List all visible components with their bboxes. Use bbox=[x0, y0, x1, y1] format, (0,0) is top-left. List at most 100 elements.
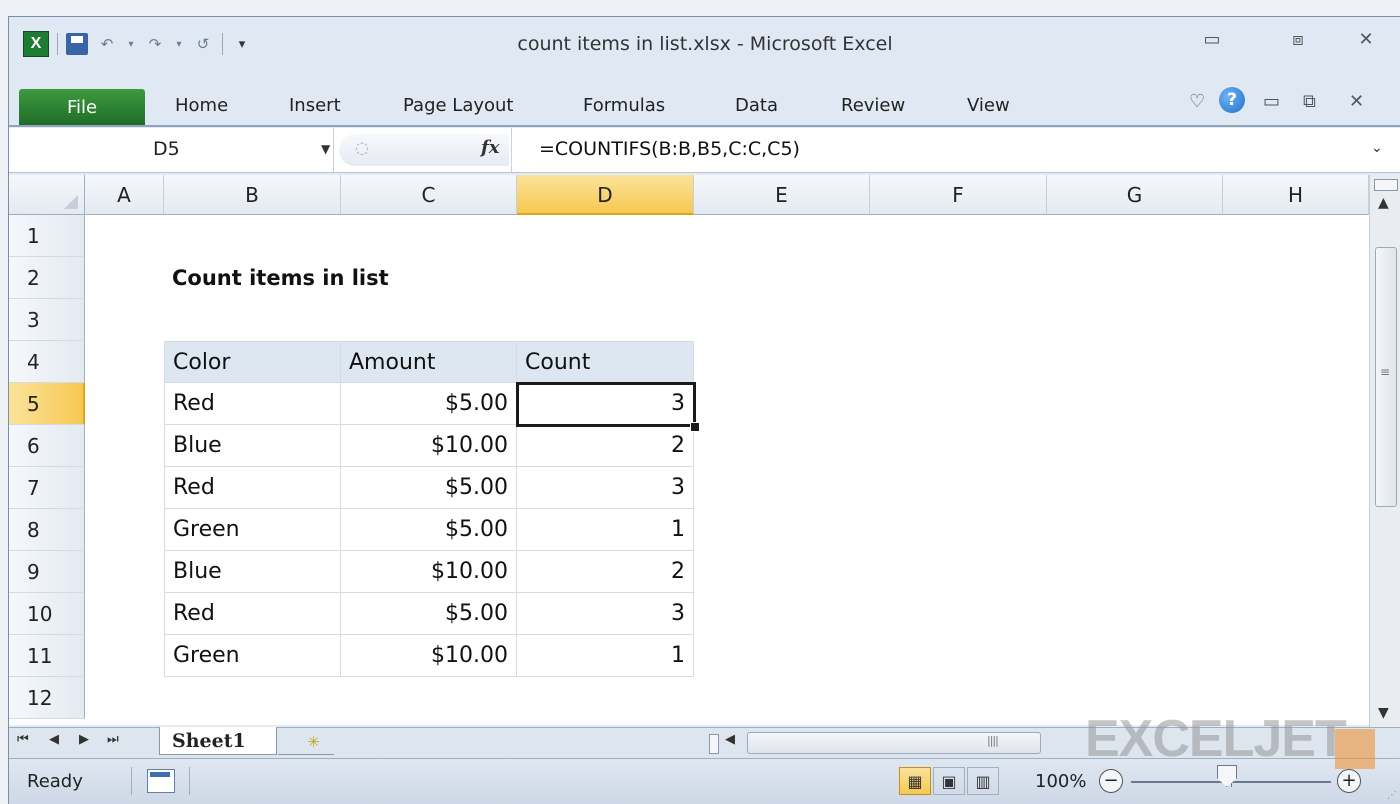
amount-cell[interactable]: $5.00 bbox=[341, 509, 517, 551]
row-header-7[interactable]: 7 bbox=[9, 467, 85, 509]
maximize-button[interactable]: ⧈ bbox=[1283, 29, 1313, 50]
column-header-c[interactable]: C bbox=[341, 175, 517, 215]
row-header-2[interactable]: 2 bbox=[9, 257, 85, 299]
column-header-f[interactable]: F bbox=[870, 175, 1047, 215]
title-bar: X ↶ ▾ ↷ ▾ ↺ ▾ count items in list.xlsx -… bbox=[9, 17, 1400, 65]
status-separator bbox=[131, 767, 132, 795]
header-cell-color[interactable]: Color bbox=[164, 341, 341, 383]
close-button[interactable]: ✕ bbox=[1351, 29, 1381, 50]
amount-cell[interactable]: $5.00 bbox=[341, 467, 517, 509]
insert-sheet-button[interactable]: ✳ bbox=[277, 730, 349, 755]
page-break-view-button[interactable]: ▥ bbox=[967, 767, 999, 795]
status-separator bbox=[189, 767, 190, 795]
count-cell[interactable]: 3 bbox=[517, 593, 694, 635]
window-title: count items in list.xlsx - Microsoft Exc… bbox=[517, 33, 893, 55]
header-cell-amount[interactable]: Amount bbox=[341, 341, 517, 383]
column-header-g[interactable]: G bbox=[1047, 175, 1223, 215]
column-header-e[interactable]: E bbox=[694, 175, 870, 215]
tab-split-icon[interactable] bbox=[709, 734, 719, 754]
zoom-out-button[interactable]: − bbox=[1099, 769, 1123, 793]
column-header-a[interactable]: A bbox=[85, 175, 164, 215]
sheet-title-cell[interactable]: Count items in list bbox=[172, 257, 389, 299]
tab-home[interactable]: Home bbox=[175, 95, 228, 116]
normal-view-button[interactable]: ▦ bbox=[899, 767, 931, 795]
exceljet-logo-icon bbox=[1335, 729, 1375, 769]
select-all-button[interactable] bbox=[9, 175, 85, 215]
count-cell[interactable]: 3 bbox=[517, 467, 694, 509]
column-header-b[interactable]: B bbox=[164, 175, 341, 215]
tab-data[interactable]: Data bbox=[735, 95, 778, 116]
minimize-button[interactable]: ▭ bbox=[1197, 29, 1227, 50]
color-cell[interactable]: Blue bbox=[164, 551, 341, 593]
scroll-left-icon[interactable]: ◀ bbox=[725, 732, 735, 747]
zoom-level[interactable]: 100% bbox=[1035, 771, 1086, 792]
workbook-minimize-icon[interactable]: ▭ bbox=[1263, 91, 1280, 112]
color-cell[interactable]: Green bbox=[164, 635, 341, 677]
ribbon-divider bbox=[9, 125, 1400, 127]
count-cell[interactable]: 1 bbox=[517, 635, 694, 677]
expand-formula-bar-icon[interactable]: ⌄ bbox=[1371, 140, 1383, 156]
insert-function-icon[interactable]: fx bbox=[481, 137, 499, 158]
name-box[interactable]: D5 ▼ bbox=[9, 128, 334, 172]
formula-controls: ◌ fx bbox=[339, 134, 509, 166]
last-sheet-icon[interactable]: ⏭ bbox=[107, 732, 119, 747]
count-cell[interactable]: 2 bbox=[517, 425, 694, 467]
name-box-dropdown-icon[interactable]: ▼ bbox=[321, 142, 330, 156]
tab-insert[interactable]: Insert bbox=[289, 95, 341, 116]
color-cell[interactable]: Red bbox=[164, 383, 341, 425]
sheet-tab-sheet1[interactable]: Sheet1 bbox=[159, 727, 277, 755]
tab-file[interactable]: File bbox=[19, 89, 145, 125]
workbook-restore-icon[interactable]: ⧉ bbox=[1303, 91, 1316, 112]
row-header-10[interactable]: 10 bbox=[9, 593, 85, 635]
tab-view[interactable]: View bbox=[967, 95, 1010, 116]
page-layout-view-button[interactable]: ▣ bbox=[933, 767, 965, 795]
excel-window: X ↶ ▾ ↷ ▾ ↺ ▾ count items in list.xlsx -… bbox=[8, 16, 1400, 804]
row-header-6[interactable]: 6 bbox=[9, 425, 85, 467]
worksheet-grid[interactable]: A B C D E F G H 1 2 3 4 5 6 7 8 9 10 11 … bbox=[9, 175, 1369, 725]
prev-sheet-icon[interactable]: ◀ bbox=[49, 732, 59, 747]
row-header-1[interactable]: 1 bbox=[9, 215, 85, 257]
zoom-in-button[interactable]: + bbox=[1337, 769, 1361, 793]
formula-input[interactable]: =COUNTIFS(B:B,B5,C:C,C5) bbox=[539, 138, 800, 160]
formula-separator bbox=[511, 128, 512, 172]
row-header-9[interactable]: 9 bbox=[9, 551, 85, 593]
column-header-h[interactable]: H bbox=[1223, 175, 1369, 215]
color-cell[interactable]: Red bbox=[164, 593, 341, 635]
tab-formulas[interactable]: Formulas bbox=[583, 95, 665, 116]
header-cell-count[interactable]: Count bbox=[517, 341, 694, 383]
amount-cell[interactable]: $10.00 bbox=[341, 635, 517, 677]
amount-cell[interactable]: $5.00 bbox=[341, 383, 517, 425]
first-sheet-icon[interactable]: ⏮ bbox=[17, 732, 29, 747]
help-icon[interactable]: ? bbox=[1219, 87, 1245, 113]
row-header-3[interactable]: 3 bbox=[9, 299, 85, 341]
minimize-ribbon-icon[interactable]: ♡ bbox=[1189, 91, 1205, 112]
color-cell[interactable]: Red bbox=[164, 467, 341, 509]
scroll-up-icon[interactable]: ▲ bbox=[1378, 195, 1389, 211]
workbook-close-icon[interactable]: ✕ bbox=[1349, 91, 1364, 112]
row-header-5[interactable]: 5 bbox=[9, 383, 85, 425]
split-box-icon[interactable] bbox=[1374, 179, 1398, 191]
count-cell[interactable]: 2 bbox=[517, 551, 694, 593]
amount-cell[interactable]: $5.00 bbox=[341, 593, 517, 635]
next-sheet-icon[interactable]: ▶ bbox=[79, 732, 89, 747]
tab-review[interactable]: Review bbox=[841, 95, 905, 116]
resize-grip-icon[interactable]: ⋰ bbox=[1387, 790, 1397, 801]
color-cell[interactable]: Green bbox=[164, 509, 341, 551]
column-header-d[interactable]: D bbox=[517, 175, 694, 215]
cancel-entry-icon[interactable]: ◌ bbox=[355, 138, 369, 157]
row-header-12[interactable]: 12 bbox=[9, 677, 85, 719]
vertical-scrollbar[interactable]: ▲ ≡ ▼ bbox=[1369, 175, 1400, 727]
row-header-8[interactable]: 8 bbox=[9, 509, 85, 551]
amount-cell[interactable]: $10.00 bbox=[341, 551, 517, 593]
scroll-down-icon[interactable]: ▼ bbox=[1378, 705, 1389, 721]
count-cell[interactable]: 1 bbox=[517, 509, 694, 551]
amount-cell[interactable]: $10.00 bbox=[341, 425, 517, 467]
color-cell[interactable]: Blue bbox=[164, 425, 341, 467]
row-header-11[interactable]: 11 bbox=[9, 635, 85, 677]
horizontal-grip-icon: |||| bbox=[987, 734, 999, 747]
fill-handle[interactable] bbox=[690, 422, 700, 432]
tab-page-layout[interactable]: Page Layout bbox=[403, 95, 514, 116]
row-header-4[interactable]: 4 bbox=[9, 341, 85, 383]
record-macro-icon[interactable] bbox=[147, 769, 175, 793]
status-text: Ready bbox=[27, 771, 83, 792]
